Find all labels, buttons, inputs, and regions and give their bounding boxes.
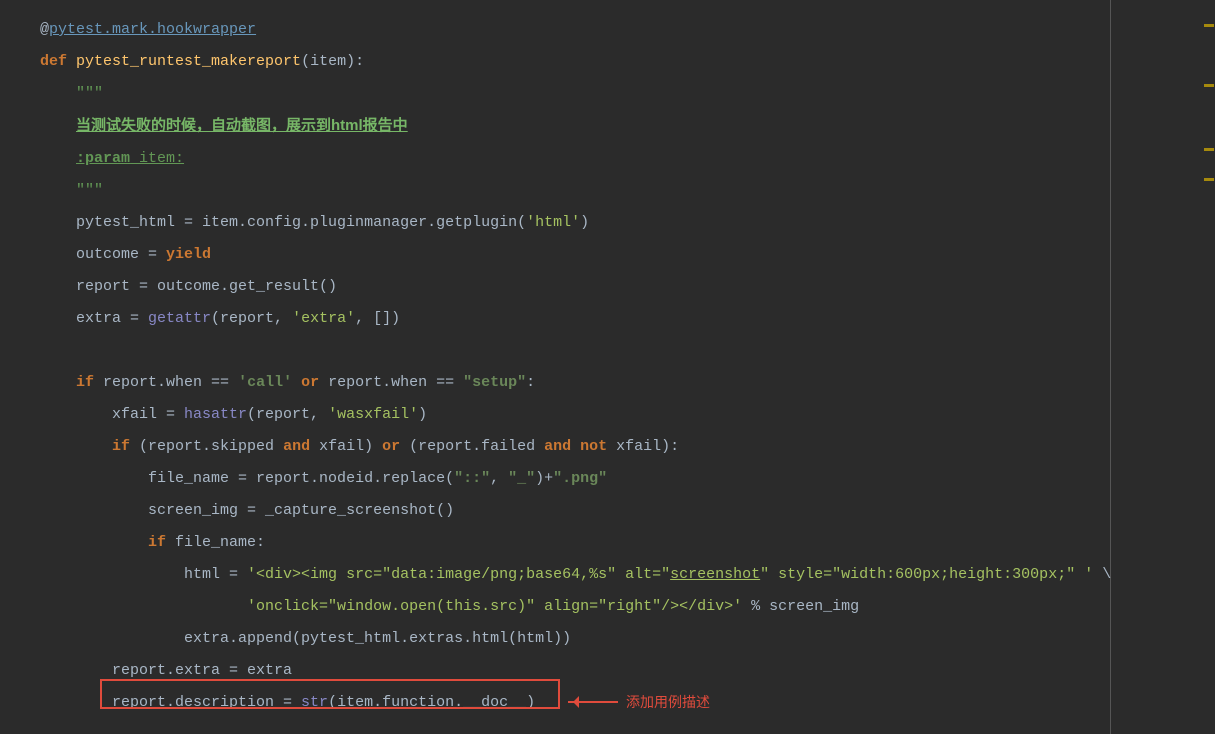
code-text: xfail): [319, 438, 382, 455]
scroll-marker[interactable]: [1204, 178, 1214, 181]
string-literal: " style="width:600px;height:300px;" ': [760, 566, 1102, 583]
code-text: report.when ==: [328, 374, 463, 391]
string-literal: ".png": [553, 470, 607, 487]
keyword-or: or: [382, 438, 409, 455]
keyword-if: if: [148, 534, 175, 551]
annotation-arrow: 添加用例描述: [568, 686, 710, 718]
scroll-marker[interactable]: [1204, 148, 1214, 151]
code-line[interactable]: if file_name:: [40, 527, 1110, 559]
code-text: ): [580, 214, 589, 231]
code-text: (item.function.__doc__): [328, 694, 535, 711]
code-text: outcome =: [76, 246, 166, 263]
annotation-text: 添加用例描述: [626, 686, 710, 718]
code-line[interactable]: extra = getattr(report, 'extra', []): [40, 303, 1110, 335]
code-text: :: [526, 374, 535, 391]
scroll-marker[interactable]: [1204, 84, 1214, 87]
string-screenshot: screenshot: [670, 566, 760, 583]
keyword-or: or: [292, 374, 328, 391]
code-text: file_name = report.nodeid.replace(: [148, 470, 454, 487]
function-params: (item):: [301, 53, 364, 70]
string-literal: 'html': [526, 214, 580, 231]
docstring-close: """: [76, 182, 103, 199]
blank-line[interactable]: [40, 335, 1110, 367]
code-line[interactable]: file_name = report.nodeid.replace("::", …: [40, 463, 1110, 495]
code-text: xfail =: [112, 406, 184, 423]
code-line[interactable]: report.extra = extra: [40, 655, 1110, 687]
keyword-yield: yield: [166, 246, 211, 263]
code-editor[interactable]: @pytest.mark.hookwrapper def pytest_runt…: [0, 0, 1111, 734]
code-text: ,: [490, 470, 508, 487]
code-text: (report.failed: [409, 438, 544, 455]
code-text: ): [418, 406, 427, 423]
code-line[interactable]: def pytest_runtest_makereport(item):: [40, 46, 1110, 78]
code-line[interactable]: @pytest.mark.hookwrapper: [40, 14, 1110, 46]
code-line[interactable]: extra.append(pytest_html.extras.html(htm…: [40, 623, 1110, 655]
docstring-param: :param: [76, 150, 130, 167]
keyword-and-not: and not: [544, 438, 616, 455]
string-literal: '<div><img src="data:image/png;base64,%s…: [247, 566, 670, 583]
string-literal: 'wasxfail': [328, 406, 418, 423]
code-text: html =: [184, 566, 247, 583]
keyword-def: def: [40, 53, 76, 70]
string-literal: "_": [508, 470, 535, 487]
code-text: report = outcome.get_result(): [76, 278, 337, 295]
code-text: report.description =: [112, 694, 301, 711]
docstring-open: """: [76, 85, 103, 102]
code-line[interactable]: if (report.skipped and xfail) or (report…: [40, 431, 1110, 463]
decorator-text: pytest.mark.hookwrapper: [49, 21, 256, 38]
code-line[interactable]: 当测试失败的时候，自动截图，展示到html报告中: [40, 110, 1110, 143]
code-text: extra.append(pytest_html.extras.html(htm…: [184, 630, 571, 647]
string-literal: "setup": [463, 374, 526, 391]
scroll-marker[interactable]: [1204, 24, 1214, 27]
string-literal: "::": [454, 470, 490, 487]
code-line[interactable]: xfail = hasattr(report, 'wasxfail'): [40, 399, 1110, 431]
code-line[interactable]: """: [40, 78, 1110, 110]
docstring-param-name: item:: [130, 150, 184, 167]
code-text: (report,: [211, 310, 292, 327]
arrow-icon: [568, 701, 618, 703]
code-line[interactable]: pytest_html = item.config.pluginmanager.…: [40, 207, 1110, 239]
code-text: report.extra = extra: [112, 662, 292, 679]
docstring-text: 当测试失败的时候，自动截图，展示到html报告中: [76, 117, 408, 134]
code-text: screen_img: [769, 598, 859, 615]
code-line[interactable]: html = '<div><img src="data:image/png;ba…: [40, 559, 1110, 591]
decorator-at: @: [40, 21, 49, 38]
line-continuation: \: [1102, 566, 1111, 583]
builtin-getattr: getattr: [148, 310, 211, 327]
keyword-and: and: [283, 438, 319, 455]
code-line[interactable]: 'onclick="window.open(this.src)" align="…: [40, 591, 1110, 623]
builtin-hasattr: hasattr: [184, 406, 247, 423]
code-text: pytest_html = item.config.pluginmanager.…: [76, 214, 526, 231]
function-name: pytest_runtest_makereport: [76, 53, 301, 70]
keyword-if: if: [112, 438, 139, 455]
code-line[interactable]: report = outcome.get_result(): [40, 271, 1110, 303]
code-text: extra =: [76, 310, 148, 327]
code-line[interactable]: if report.when == 'call' or report.when …: [40, 367, 1110, 399]
builtin-str: str: [301, 694, 328, 711]
code-text: screen_img = _capture_screenshot(): [148, 502, 454, 519]
keyword-if: if: [76, 374, 103, 391]
code-text: (report,: [247, 406, 328, 423]
string-literal: 'call': [238, 374, 292, 391]
string-literal: 'extra': [292, 310, 355, 327]
string-literal: 'onclick="window.open(this.src)" align="…: [247, 598, 751, 615]
code-text: , []): [355, 310, 400, 327]
code-text: file_name:: [175, 534, 265, 551]
code-line[interactable]: outcome = yield: [40, 239, 1110, 271]
code-line[interactable]: """: [40, 175, 1110, 207]
code-line[interactable]: :param item:: [40, 143, 1110, 175]
code-text: (report.skipped: [139, 438, 283, 455]
code-text: )+: [535, 470, 553, 487]
code-text: xfail):: [616, 438, 679, 455]
percent-op: %: [751, 598, 769, 615]
code-line[interactable]: screen_img = _capture_screenshot(): [40, 495, 1110, 527]
code-text: report.when ==: [103, 374, 238, 391]
